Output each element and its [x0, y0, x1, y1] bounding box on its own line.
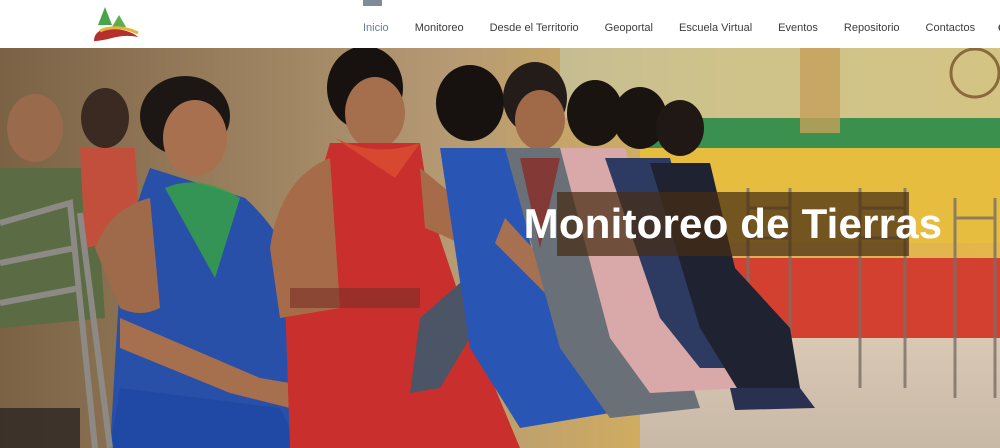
hero-title: Monitoreo de Tierras — [523, 200, 943, 247]
nav-item-inicio[interactable]: Inicio — [350, 0, 402, 48]
nav-item-eventos[interactable]: Eventos — [765, 0, 831, 48]
nav-item-escuela-virtual[interactable]: Escuela Virtual — [666, 0, 765, 48]
nav-item-repositorio[interactable]: Repositorio — [831, 0, 913, 48]
hero-title-box: Monitoreo de Tierras — [524, 192, 942, 256]
nav-item-geoportal[interactable]: Geoportal — [592, 0, 666, 48]
nav-item-contactos[interactable]: Contactos — [913, 0, 989, 48]
site-header: Inicio Monitoreo Desde el Territorio Geo… — [0, 0, 1000, 48]
site-logo[interactable] — [92, 3, 140, 43]
nav-item-desde-el-territorio[interactable]: Desde el Territorio — [477, 0, 592, 48]
hero-banner: Monitoreo de Tierras — [0, 48, 1000, 448]
nav-item-monitoreo[interactable]: Monitoreo — [402, 0, 477, 48]
main-nav: Inicio Monitoreo Desde el Territorio Geo… — [350, 0, 1000, 48]
search-button[interactable] — [988, 0, 1000, 48]
